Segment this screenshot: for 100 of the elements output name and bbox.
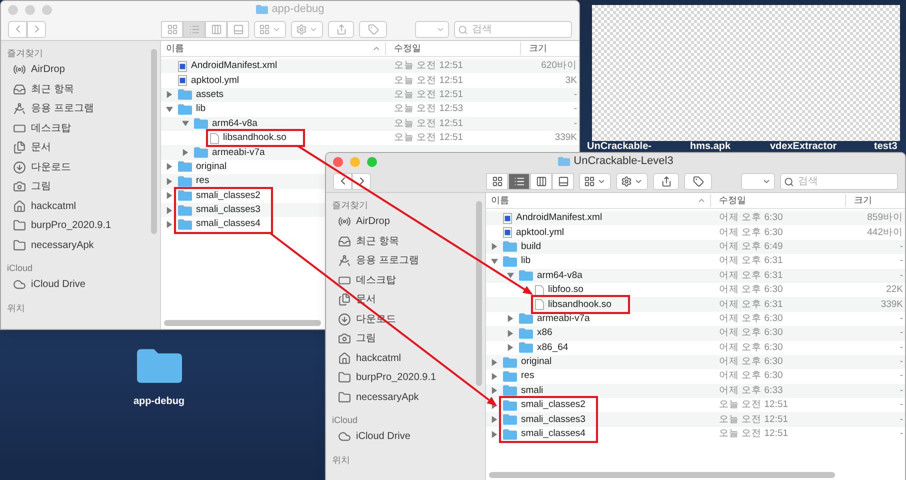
name-column-header[interactable]: 이름: [161, 42, 386, 56]
share-button[interactable]: [653, 172, 679, 190]
file-name[interactable]: armeabi-v7a: [212, 146, 265, 159]
gallery-view-button[interactable]: [552, 172, 574, 190]
file-name[interactable]: smali_classes2: [521, 399, 586, 412]
file-name[interactable]: lib: [196, 103, 206, 116]
sidebar-item[interactable]: 문서: [7, 138, 160, 158]
file-size: 442바이: [867, 226, 903, 238]
file-size: -: [574, 103, 577, 114]
sidebar-item[interactable]: 다운로드: [7, 158, 160, 177]
disclosure-triangle-icon[interactable]: [491, 243, 498, 250]
file-name[interactable]: arm64-v8a: [537, 270, 582, 282]
file-name[interactable]: arm64-v8a: [212, 118, 258, 130]
sidebar-item[interactable]: AirDrop: [332, 212, 485, 232]
sidebar-item[interactable]: burpPro_2020.9.1: [7, 216, 160, 236]
file-name[interactable]: smali_classes3: [521, 414, 586, 426]
file-name[interactable]: libsandhook.so: [223, 132, 286, 144]
file-name[interactable]: AndroidManifest.xml: [191, 60, 278, 72]
file-name[interactable]: smali_classes4: [521, 428, 586, 440]
size-column-header[interactable]: 크기: [521, 42, 579, 56]
file-name[interactable]: smali_classes3: [196, 204, 260, 216]
file-name[interactable]: apktool.yml: [516, 226, 564, 239]
size-column-header[interactable]: 크기: [846, 194, 905, 208]
sidebar-item[interactable]: 응용 프로그램: [332, 251, 485, 270]
disclosure-triangle-icon[interactable]: [166, 163, 173, 170]
disclosure-triangle-icon[interactable]: [182, 120, 189, 128]
action-dropdown[interactable]: [616, 172, 648, 190]
file-name[interactable]: lib: [521, 255, 531, 268]
date-column-header[interactable]: 수정일: [711, 194, 846, 208]
sidebar-item[interactable]: 최근 항목: [332, 232, 485, 251]
disclosure-triangle-icon[interactable]: [491, 358, 498, 366]
sidebar-item[interactable]: hackcatml: [332, 348, 485, 368]
folder-icon: [558, 157, 570, 166]
desktop-icon-label[interactable]: app-debug: [133, 394, 185, 409]
disclosure-triangle-icon[interactable]: [507, 272, 514, 280]
list-view-button[interactable]: [508, 172, 530, 190]
file-name[interactable]: libfoo.so: [548, 284, 584, 296]
name-column-header[interactable]: 이름: [486, 194, 711, 208]
file-name[interactable]: libsandhook.so: [548, 298, 612, 311]
search-field[interactable]: 검색: [780, 172, 898, 190]
sidebar-item[interactable]: 문서: [332, 290, 485, 310]
search-field[interactable]: 검색: [454, 20, 572, 38]
disclosure-triangle-icon[interactable]: [166, 220, 173, 228]
modified-date: 오늘 오전 12:53: [394, 103, 464, 114]
date-column-header[interactable]: 수정일: [386, 42, 521, 56]
group-dropdown[interactable]: [579, 172, 611, 190]
disclosure-triangle-icon[interactable]: [166, 106, 173, 113]
sidebar-item[interactable]: 그림: [7, 177, 160, 196]
file-name[interactable]: original: [521, 356, 552, 368]
disclosure-triangle-icon[interactable]: [166, 192, 173, 200]
desktop-icon-label[interactable]: test3: [874, 142, 898, 152]
desktop-icon-label[interactable]: UnCrackable-: [587, 142, 652, 152]
sidebar-item[interactable]: 데스크탑: [7, 118, 160, 138]
file-name[interactable]: smali_classes2: [196, 190, 260, 202]
sidebar-item[interactable]: 데스크탑: [332, 270, 485, 290]
desktop-icon-label[interactable]: hms.apk: [690, 142, 731, 152]
sidebar-item[interactable]: burpPro_2020.9.1: [332, 368, 485, 388]
disclosure-triangle-icon[interactable]: [491, 416, 498, 424]
file-name[interactable]: armeabi-v7a: [537, 312, 590, 325]
close-button[interactable]: [333, 157, 343, 167]
disclosure-triangle-icon[interactable]: [491, 372, 498, 380]
sidebar-item[interactable]: AirDrop: [7, 60, 160, 80]
disclosure-triangle-icon[interactable]: [491, 387, 498, 394]
sidebar-item[interactable]: hackcatml: [7, 196, 160, 216]
file-name[interactable]: apktool.yml: [191, 74, 240, 87]
sidebar-item[interactable]: 그림: [332, 329, 485, 348]
disclosure-triangle-icon[interactable]: [166, 178, 173, 185]
sidebar-item[interactable]: necessaryApk: [332, 388, 485, 407]
disclosure-triangle-icon[interactable]: [507, 315, 514, 322]
disclosure-triangle-icon[interactable]: [507, 344, 514, 352]
disclosure-triangle-icon[interactable]: [166, 91, 173, 98]
disclosure-triangle-icon[interactable]: [491, 430, 498, 438]
file-name[interactable]: build: [521, 240, 542, 253]
file-name[interactable]: res: [196, 175, 210, 188]
sidebar-item[interactable]: 응용 프로그램: [7, 99, 160, 118]
disclosure-triangle-icon[interactable]: [507, 330, 514, 337]
desktop-icon-label[interactable]: vdexExtractor: [770, 142, 837, 152]
file-name[interactable]: x86_64: [537, 342, 568, 354]
disclosure-triangle-icon[interactable]: [491, 258, 498, 265]
sidebar-item[interactable]: iCloud Drive: [332, 427, 485, 446]
column-view-button[interactable]: [530, 172, 552, 190]
sidebar-item[interactable]: necessaryApk: [7, 236, 160, 255]
file-name[interactable]: AndroidManifest.xml: [516, 212, 602, 224]
sidebar-heading: iCloud: [332, 414, 359, 427]
sidebar-item[interactable]: iCloud Drive: [7, 275, 160, 294]
file-name[interactable]: x86: [537, 327, 552, 340]
file-name[interactable]: smali: [521, 384, 544, 397]
tray-icon: [13, 82, 26, 96]
tag-button[interactable]: [684, 172, 712, 190]
file-name[interactable]: smali_classes4: [196, 218, 260, 230]
disclosure-triangle-icon[interactable]: [166, 206, 173, 214]
disclosure-triangle-icon[interactable]: [182, 149, 189, 156]
file-name[interactable]: res: [521, 370, 534, 382]
file-name[interactable]: assets: [196, 88, 224, 101]
file-size: -: [900, 414, 903, 425]
back-button[interactable]: [333, 172, 352, 190]
sidebar-item[interactable]: 최근 항목: [7, 80, 160, 99]
icon-view-button[interactable]: [486, 172, 508, 190]
file-name[interactable]: original: [196, 160, 227, 173]
file-size: -: [574, 88, 577, 100]
